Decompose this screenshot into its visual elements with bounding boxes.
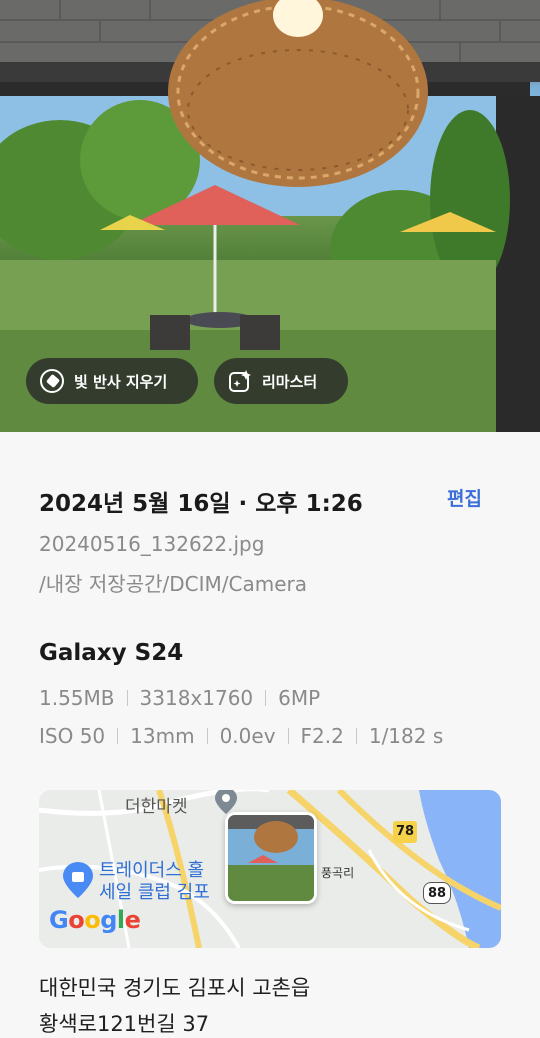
divider [355, 728, 357, 744]
focal-length: 13mm [130, 724, 195, 748]
photo-viewer[interactable]: 빛 반사 지우기 리마스터 [0, 0, 540, 432]
map-label-store: 트레이더스 홀 세일 클럽 김포 [99, 860, 210, 904]
divider [206, 728, 208, 744]
map-label-market: 더한마켓 [125, 797, 188, 817]
shutter-speed: 1/182 s [368, 724, 444, 748]
address-line-2: 황색로121번길 37 [39, 1012, 210, 1036]
camera-specs-row: ISO 50 13mm 0.0ev F2.2 1/182 s [39, 724, 443, 748]
map-label-village: 풍곡리 [321, 866, 355, 880]
remaster-label: 리마스터 [262, 372, 318, 391]
details-panel: 2024년 5월 16일 · 오후 1:26 편집 20240516_13262… [0, 432, 540, 1037]
sparkle-icon [226, 367, 254, 395]
eraser-icon [38, 367, 66, 395]
megapixels: 6MP [278, 686, 321, 710]
file-size: 1.55MB [39, 686, 115, 710]
erase-reflection-label: 빛 반사 지우기 [74, 372, 168, 391]
divider [117, 728, 119, 744]
device-model: Galaxy S24 [39, 640, 184, 666]
google-logo: Google [49, 906, 141, 934]
thumbnail-image [228, 815, 314, 901]
remaster-button[interactable]: 리마스터 [214, 358, 348, 404]
photo-datetime: 2024년 5월 16일 · 오후 1:26 [39, 491, 363, 517]
shopping-pin-icon [63, 862, 93, 898]
photo-thumbnail-marker[interactable] [225, 812, 317, 904]
erase-reflection-button[interactable]: 빛 반사 지우기 [26, 358, 198, 404]
route-78-badge: 78 [393, 821, 417, 843]
edit-button[interactable]: 편집 [447, 484, 482, 511]
divider [265, 690, 267, 706]
map-label-store-line1: 트레이더스 홀 [99, 860, 205, 881]
exposure-value: 0.0ev [219, 724, 276, 748]
map-label-store-line2: 세일 클럽 김포 [99, 882, 210, 903]
iso-value: ISO 50 [39, 724, 106, 748]
file-name: 20240516_132622.jpg [39, 532, 265, 556]
aperture-value: F2.2 [300, 724, 344, 748]
route-88-badge: 88 [423, 882, 451, 904]
map-pin-icon [215, 790, 237, 814]
divider [126, 690, 128, 706]
location-map[interactable]: 더한마켓 트레이더스 홀 세일 클럽 김포 풍곡리 78 88 Google [39, 790, 501, 948]
file-specs-row: 1.55MB 3318x1760 6MP [39, 686, 320, 710]
divider [287, 728, 289, 744]
image-resolution: 3318x1760 [139, 686, 254, 710]
file-path: /내장 저장공간/DCIM/Camera [39, 572, 307, 596]
address-line-1: 대한민국 경기도 김포시 고촌읍 [39, 976, 311, 1000]
